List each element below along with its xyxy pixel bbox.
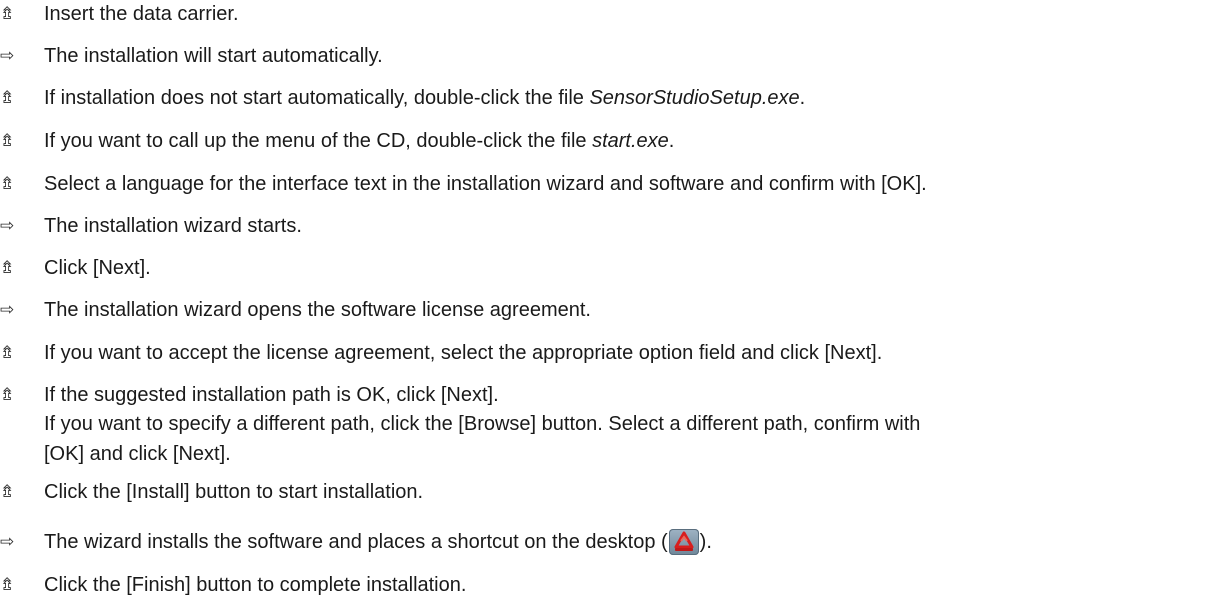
result-arrow-icon: ⇨ <box>0 532 15 552</box>
action-arrow-icon: ⇯ <box>0 385 15 405</box>
step-text: If the suggested installation path is OK… <box>44 381 920 469</box>
result-text-part: ). <box>699 531 712 553</box>
step-text: Click the [Install] button to start inst… <box>44 481 424 503</box>
step-text: Click [Next]. <box>44 257 151 279</box>
step-text-part: If installation does not start automatic… <box>44 87 590 109</box>
result-text: The installation wizard starts. <box>44 215 302 237</box>
step-text: Click the [Finish] button to complete in… <box>44 574 467 596</box>
result-text: The installation will start automaticall… <box>44 45 383 67</box>
result-arrow-icon: ⇨ <box>0 216 15 236</box>
step-text: Select a language for the interface text… <box>44 173 927 195</box>
action-arrow-icon: ⇯ <box>0 88 15 108</box>
step-text: If installation does not start automatic… <box>44 84 805 112</box>
step-text-line: [OK] and click [Next]. <box>44 443 231 465</box>
sensor-studio-shortcut-icon <box>668 529 699 555</box>
result-text-part: The wizard installs the software and pla… <box>44 531 668 553</box>
step-text-part: . <box>799 87 806 109</box>
step-text-line: If you want to specify a different path,… <box>44 413 921 435</box>
step-text: If you want to accept the license agreem… <box>44 342 883 364</box>
step-text-part: . <box>668 130 675 152</box>
result-text: The wizard installs the software and pla… <box>44 528 712 556</box>
step-text: If you want to call up the menu of the C… <box>44 127 674 155</box>
step-text-part: If you want to call up the menu of the C… <box>44 130 593 152</box>
installation-instructions: ⇯ Insert the data carrier. ⇨ The install… <box>0 0 1229 614</box>
action-arrow-icon: ⇯ <box>0 131 15 151</box>
result-arrow-icon: ⇨ <box>0 300 15 320</box>
step-text-line: If the suggested installation path is OK… <box>44 384 499 406</box>
filename-setup-exe: SensorStudioSetup.exe <box>589 87 800 109</box>
filename-start-exe: start.exe <box>592 130 669 152</box>
action-arrow-icon: ⇯ <box>0 575 15 595</box>
action-arrow-icon: ⇯ <box>0 343 15 363</box>
action-arrow-icon: ⇯ <box>0 482 15 502</box>
action-arrow-icon: ⇯ <box>0 258 15 278</box>
result-arrow-icon: ⇨ <box>0 46 15 66</box>
step-text: Insert the data carrier. <box>44 3 239 25</box>
result-text: The installation wizard opens the softwa… <box>44 299 591 321</box>
action-arrow-icon: ⇯ <box>0 4 15 24</box>
action-arrow-icon: ⇯ <box>0 174 15 194</box>
